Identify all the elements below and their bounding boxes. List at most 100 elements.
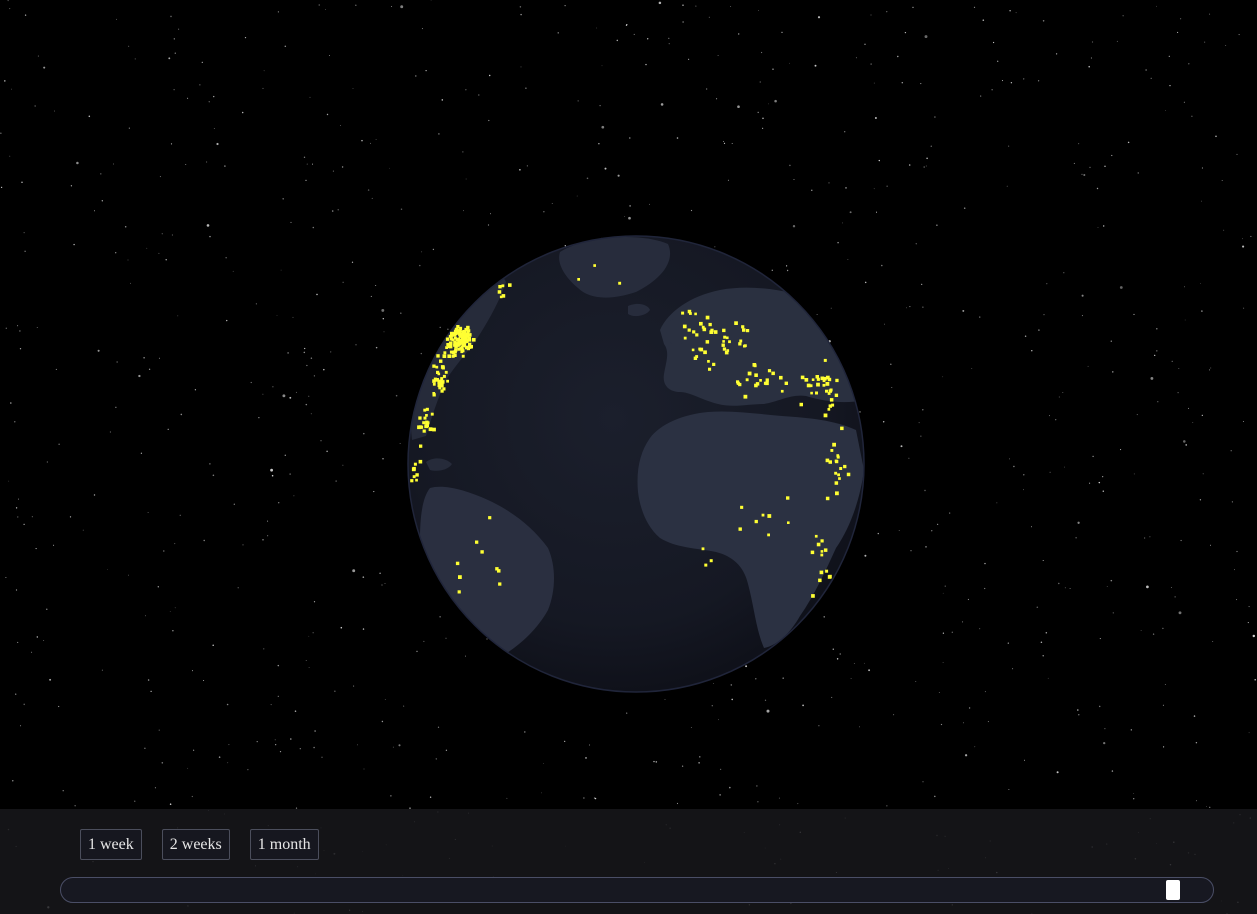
yellow-dot-icon[interactable] — [835, 459, 839, 464]
yellow-dot-icon[interactable] — [430, 412, 434, 416]
yellow-dot-icon[interactable] — [436, 354, 440, 358]
yellow-dot-icon[interactable] — [413, 462, 417, 466]
yellow-dot-icon[interactable] — [722, 347, 727, 351]
earth-globe[interactable] — [0, 0, 1257, 914]
yellow-dot-icon[interactable] — [843, 464, 847, 469]
yellow-dot-icon[interactable] — [695, 333, 699, 337]
yellow-dot-icon[interactable] — [432, 393, 436, 397]
yellow-dot-icon[interactable] — [819, 570, 824, 575]
yellow-dot-icon[interactable] — [722, 328, 726, 333]
yellow-dot-icon[interactable] — [827, 575, 832, 579]
yellow-dot-icon[interactable] — [754, 519, 758, 524]
yellow-dot-icon[interactable] — [765, 381, 769, 386]
yellow-dot-icon[interactable] — [818, 578, 822, 583]
yellow-dot-icon[interactable] — [415, 478, 418, 482]
yellow-dot-icon[interactable] — [455, 561, 460, 566]
yellow-dot-icon[interactable] — [827, 377, 832, 382]
yellow-dot-icon[interactable] — [488, 516, 492, 520]
timeline-slider[interactable] — [60, 877, 1214, 903]
yellow-dot-icon[interactable] — [723, 335, 727, 339]
yellow-dot-icon[interactable] — [618, 281, 622, 285]
yellow-dot-icon[interactable] — [446, 379, 449, 383]
yellow-dot-icon[interactable] — [442, 374, 446, 378]
yellow-dot-icon[interactable] — [433, 383, 436, 386]
yellow-dot-icon[interactable] — [828, 404, 832, 408]
yellow-dot-icon[interactable] — [834, 393, 839, 397]
yellow-dot-icon[interactable] — [738, 527, 742, 531]
yellow-dot-icon[interactable] — [753, 364, 757, 368]
yellow-dot-icon[interactable] — [687, 328, 691, 332]
yellow-dot-icon[interactable] — [820, 553, 824, 557]
yellow-dot-icon[interactable] — [779, 375, 783, 380]
yellow-dot-icon[interactable] — [701, 547, 705, 551]
yellow-dot-icon[interactable] — [832, 442, 836, 447]
yellow-dot-icon[interactable] — [699, 321, 703, 326]
yellow-dot-icon[interactable] — [823, 358, 827, 362]
yellow-dot-icon[interactable] — [744, 344, 747, 348]
yellow-dot-icon[interactable] — [705, 315, 710, 320]
yellow-dot-icon[interactable] — [498, 285, 502, 289]
yellow-dot-icon[interactable] — [746, 329, 750, 333]
yellow-dot-icon[interactable] — [458, 330, 462, 333]
yellow-dot-icon[interactable] — [825, 496, 830, 501]
yellow-dot-icon[interactable] — [415, 473, 419, 477]
yellow-dot-icon[interactable] — [445, 337, 450, 341]
yellow-dot-icon[interactable] — [825, 389, 828, 393]
yellow-dot-icon[interactable] — [432, 364, 436, 368]
yellow-dot-icon[interactable] — [754, 383, 758, 388]
yellow-dot-icon[interactable] — [814, 534, 818, 538]
yellow-dot-icon[interactable] — [448, 334, 452, 338]
yellow-dot-icon[interactable] — [767, 369, 772, 373]
yellow-dot-icon[interactable] — [452, 332, 456, 336]
yellow-dot-icon[interactable] — [767, 533, 770, 537]
yellow-dot-icon[interactable] — [428, 427, 433, 432]
yellow-dot-icon[interactable] — [705, 340, 710, 344]
yellow-dot-icon[interactable] — [466, 329, 471, 333]
yellow-dot-icon[interactable] — [839, 467, 843, 470]
yellow-dot-icon[interactable] — [708, 322, 712, 327]
yellow-dot-icon[interactable] — [743, 394, 748, 399]
yellow-dot-icon[interactable] — [827, 408, 831, 411]
yellow-dot-icon[interactable] — [836, 455, 840, 459]
yellow-dot-icon[interactable] — [459, 335, 463, 338]
yellow-dot-icon[interactable] — [480, 550, 484, 554]
yellow-dot-icon[interactable] — [823, 548, 828, 552]
yellow-dot-icon[interactable] — [728, 340, 731, 344]
yellow-dot-icon[interactable] — [466, 325, 470, 330]
yellow-dot-icon[interactable] — [419, 444, 423, 448]
yellow-dot-icon[interactable] — [412, 475, 416, 479]
yellow-dot-icon[interactable] — [754, 373, 758, 377]
yellow-dot-icon[interactable] — [440, 380, 445, 384]
yellow-dot-icon[interactable] — [508, 283, 512, 287]
yellow-dot-icon[interactable] — [423, 416, 427, 420]
yellow-dot-icon[interactable] — [786, 496, 790, 500]
yellow-dot-icon[interactable] — [709, 559, 713, 563]
yellow-dot-icon[interactable] — [693, 356, 698, 360]
yellow-dot-icon[interactable] — [712, 362, 716, 366]
yellow-dot-icon[interactable] — [787, 521, 790, 524]
yellow-dot-icon[interactable] — [501, 294, 506, 298]
yellow-dot-icon[interactable] — [800, 375, 805, 380]
yellow-dot-icon[interactable] — [460, 347, 464, 351]
yellow-dot-icon[interactable] — [425, 407, 429, 411]
yellow-dot-icon[interactable] — [741, 325, 745, 329]
yellow-dot-icon[interactable] — [815, 375, 820, 379]
yellow-dot-icon[interactable] — [713, 330, 718, 334]
globe-viewport[interactable] — [0, 0, 1257, 914]
yellow-dot-icon[interactable] — [704, 563, 708, 567]
yellow-dot-icon[interactable] — [708, 367, 712, 371]
yellow-dot-icon[interactable] — [681, 311, 685, 315]
yellow-dot-icon[interactable] — [703, 350, 707, 355]
yellow-dot-icon[interactable] — [418, 416, 422, 420]
yellow-dot-icon[interactable] — [838, 477, 841, 480]
yellow-dot-icon[interactable] — [784, 381, 788, 385]
yellow-dot-icon[interactable] — [738, 342, 742, 346]
yellow-dot-icon[interactable] — [412, 466, 416, 471]
yellow-dot-icon[interactable] — [742, 328, 746, 332]
yellow-dot-icon[interactable] — [835, 378, 839, 383]
yellow-dot-icon[interactable] — [759, 379, 762, 382]
yellow-dot-icon[interactable] — [825, 382, 830, 386]
yellow-dot-icon[interactable] — [799, 402, 804, 407]
yellow-dot-icon[interactable] — [458, 575, 462, 579]
yellow-dot-icon[interactable] — [435, 365, 439, 369]
